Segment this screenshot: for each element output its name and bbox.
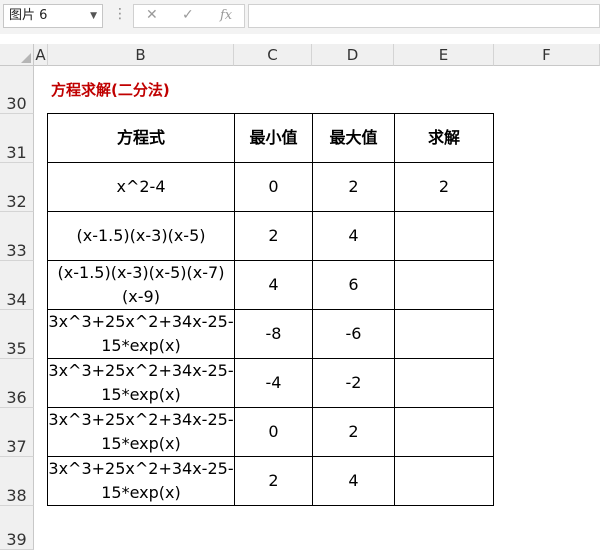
solution-cell[interactable] xyxy=(394,456,494,506)
row-number: 32 xyxy=(6,192,27,211)
table-row: x^2-4 0 2 2 xyxy=(47,162,494,212)
column-header-f[interactable]: F xyxy=(494,44,600,66)
equation-cell[interactable]: 3x^3+25x^2+34x-25-15*exp(x) xyxy=(47,309,235,359)
column-header-b[interactable]: B xyxy=(48,44,234,66)
row-header-36[interactable]: 36 xyxy=(0,359,34,408)
row-number: 31 xyxy=(6,143,27,162)
row-number: 37 xyxy=(6,437,27,456)
row-header-31[interactable]: 31 xyxy=(0,114,34,163)
header-equation[interactable]: 方程式 xyxy=(47,113,235,163)
solution-cell[interactable] xyxy=(394,260,494,310)
row-header-37[interactable]: 37 xyxy=(0,408,34,457)
row-header-39[interactable]: 39 xyxy=(0,506,34,550)
equation-cell[interactable]: (x-1.5)(x-3)(x-5)(x-7)(x-9) xyxy=(47,260,235,310)
equation-cell[interactable]: 3x^3+25x^2+34x-25-15*exp(x) xyxy=(47,456,235,506)
name-box[interactable]: 图片 6 ▼ xyxy=(3,4,103,28)
solution-cell[interactable] xyxy=(394,211,494,261)
column-header-a[interactable]: A xyxy=(34,44,48,66)
equation-table: 方程式 最小值 最大值 求解 x^2-4 0 2 2 (x-1.5)(x-3)(… xyxy=(47,113,494,506)
row-number: 38 xyxy=(6,486,27,505)
max-cell[interactable]: -2 xyxy=(312,358,395,408)
solution-cell[interactable] xyxy=(394,407,494,457)
header-max[interactable]: 最大值 xyxy=(312,113,395,163)
min-cell[interactable]: -4 xyxy=(234,358,313,408)
row-number: 34 xyxy=(6,290,27,309)
header-min[interactable]: 最小值 xyxy=(234,113,313,163)
column-header-d[interactable]: D xyxy=(312,44,394,66)
formula-input[interactable] xyxy=(248,4,600,28)
solution-cell[interactable] xyxy=(394,309,494,359)
min-cell[interactable]: 0 xyxy=(234,407,313,457)
chevron-down-icon[interactable]: ▼ xyxy=(90,5,97,27)
max-cell[interactable]: -6 xyxy=(312,309,395,359)
select-all-corner[interactable] xyxy=(0,44,34,66)
drag-handle-icon[interactable]: ⋮ xyxy=(113,6,127,22)
equation-cell[interactable]: 3x^3+25x^2+34x-25-15*exp(x) xyxy=(47,407,235,457)
equation-cell[interactable]: (x-1.5)(x-3)(x-5) xyxy=(47,211,235,261)
table-row: 3x^3+25x^2+34x-25-15*exp(x) -8 -6 xyxy=(47,309,494,359)
max-cell[interactable]: 4 xyxy=(312,456,395,506)
row-number: 36 xyxy=(6,388,27,407)
row-header-33[interactable]: 33 xyxy=(0,212,34,261)
formula-bar: 图片 6 ▼ ⋮ ✕ ✓ fx xyxy=(0,0,600,34)
row-number: 35 xyxy=(6,339,27,358)
min-cell[interactable]: -8 xyxy=(234,309,313,359)
column-header-c[interactable]: C xyxy=(234,44,312,66)
enter-icon[interactable]: ✓ xyxy=(182,7,194,23)
row-header-35[interactable]: 35 xyxy=(0,310,34,359)
max-cell[interactable]: 2 xyxy=(312,407,395,457)
equation-cell[interactable]: 3x^3+25x^2+34x-25-15*exp(x) xyxy=(47,358,235,408)
min-cell[interactable]: 4 xyxy=(234,260,313,310)
min-cell[interactable]: 0 xyxy=(234,162,313,212)
solution-cell[interactable] xyxy=(394,358,494,408)
table-header-row: 方程式 最小值 最大值 求解 xyxy=(47,113,494,163)
formula-buttons: ✕ ✓ fx xyxy=(133,4,245,28)
name-box-value: 图片 6 xyxy=(9,8,48,23)
sheet-title[interactable]: 方程求解(二分法) xyxy=(51,79,170,100)
insert-function-icon[interactable]: fx xyxy=(220,8,232,23)
row-number: 33 xyxy=(6,241,27,260)
column-header-e[interactable]: E xyxy=(394,44,494,66)
row-header-32[interactable]: 32 xyxy=(0,163,34,212)
row-number: 30 xyxy=(6,94,27,113)
row-number: 39 xyxy=(6,530,27,549)
header-solution[interactable]: 求解 xyxy=(394,113,494,163)
table-row: 3x^3+25x^2+34x-25-15*exp(x) 0 2 xyxy=(47,407,494,457)
max-cell[interactable]: 6 xyxy=(312,260,395,310)
min-cell[interactable]: 2 xyxy=(234,211,313,261)
max-cell[interactable]: 2 xyxy=(312,162,395,212)
cancel-icon[interactable]: ✕ xyxy=(146,7,158,23)
row-header-34[interactable]: 34 xyxy=(0,261,34,310)
equation-cell[interactable]: x^2-4 xyxy=(47,162,235,212)
min-cell[interactable]: 2 xyxy=(234,456,313,506)
table-row: (x-1.5)(x-3)(x-5)(x-7)(x-9) 4 6 xyxy=(47,260,494,310)
table-row: 3x^3+25x^2+34x-25-15*exp(x) -4 -2 xyxy=(47,358,494,408)
row-header-30[interactable]: 30 xyxy=(0,66,34,114)
row-header-38[interactable]: 38 xyxy=(0,457,34,506)
table-row: (x-1.5)(x-3)(x-5) 2 4 xyxy=(47,211,494,261)
max-cell[interactable]: 4 xyxy=(312,211,395,261)
solution-cell[interactable]: 2 xyxy=(394,162,494,212)
table-row: 3x^3+25x^2+34x-25-15*exp(x) 2 4 xyxy=(47,456,494,506)
